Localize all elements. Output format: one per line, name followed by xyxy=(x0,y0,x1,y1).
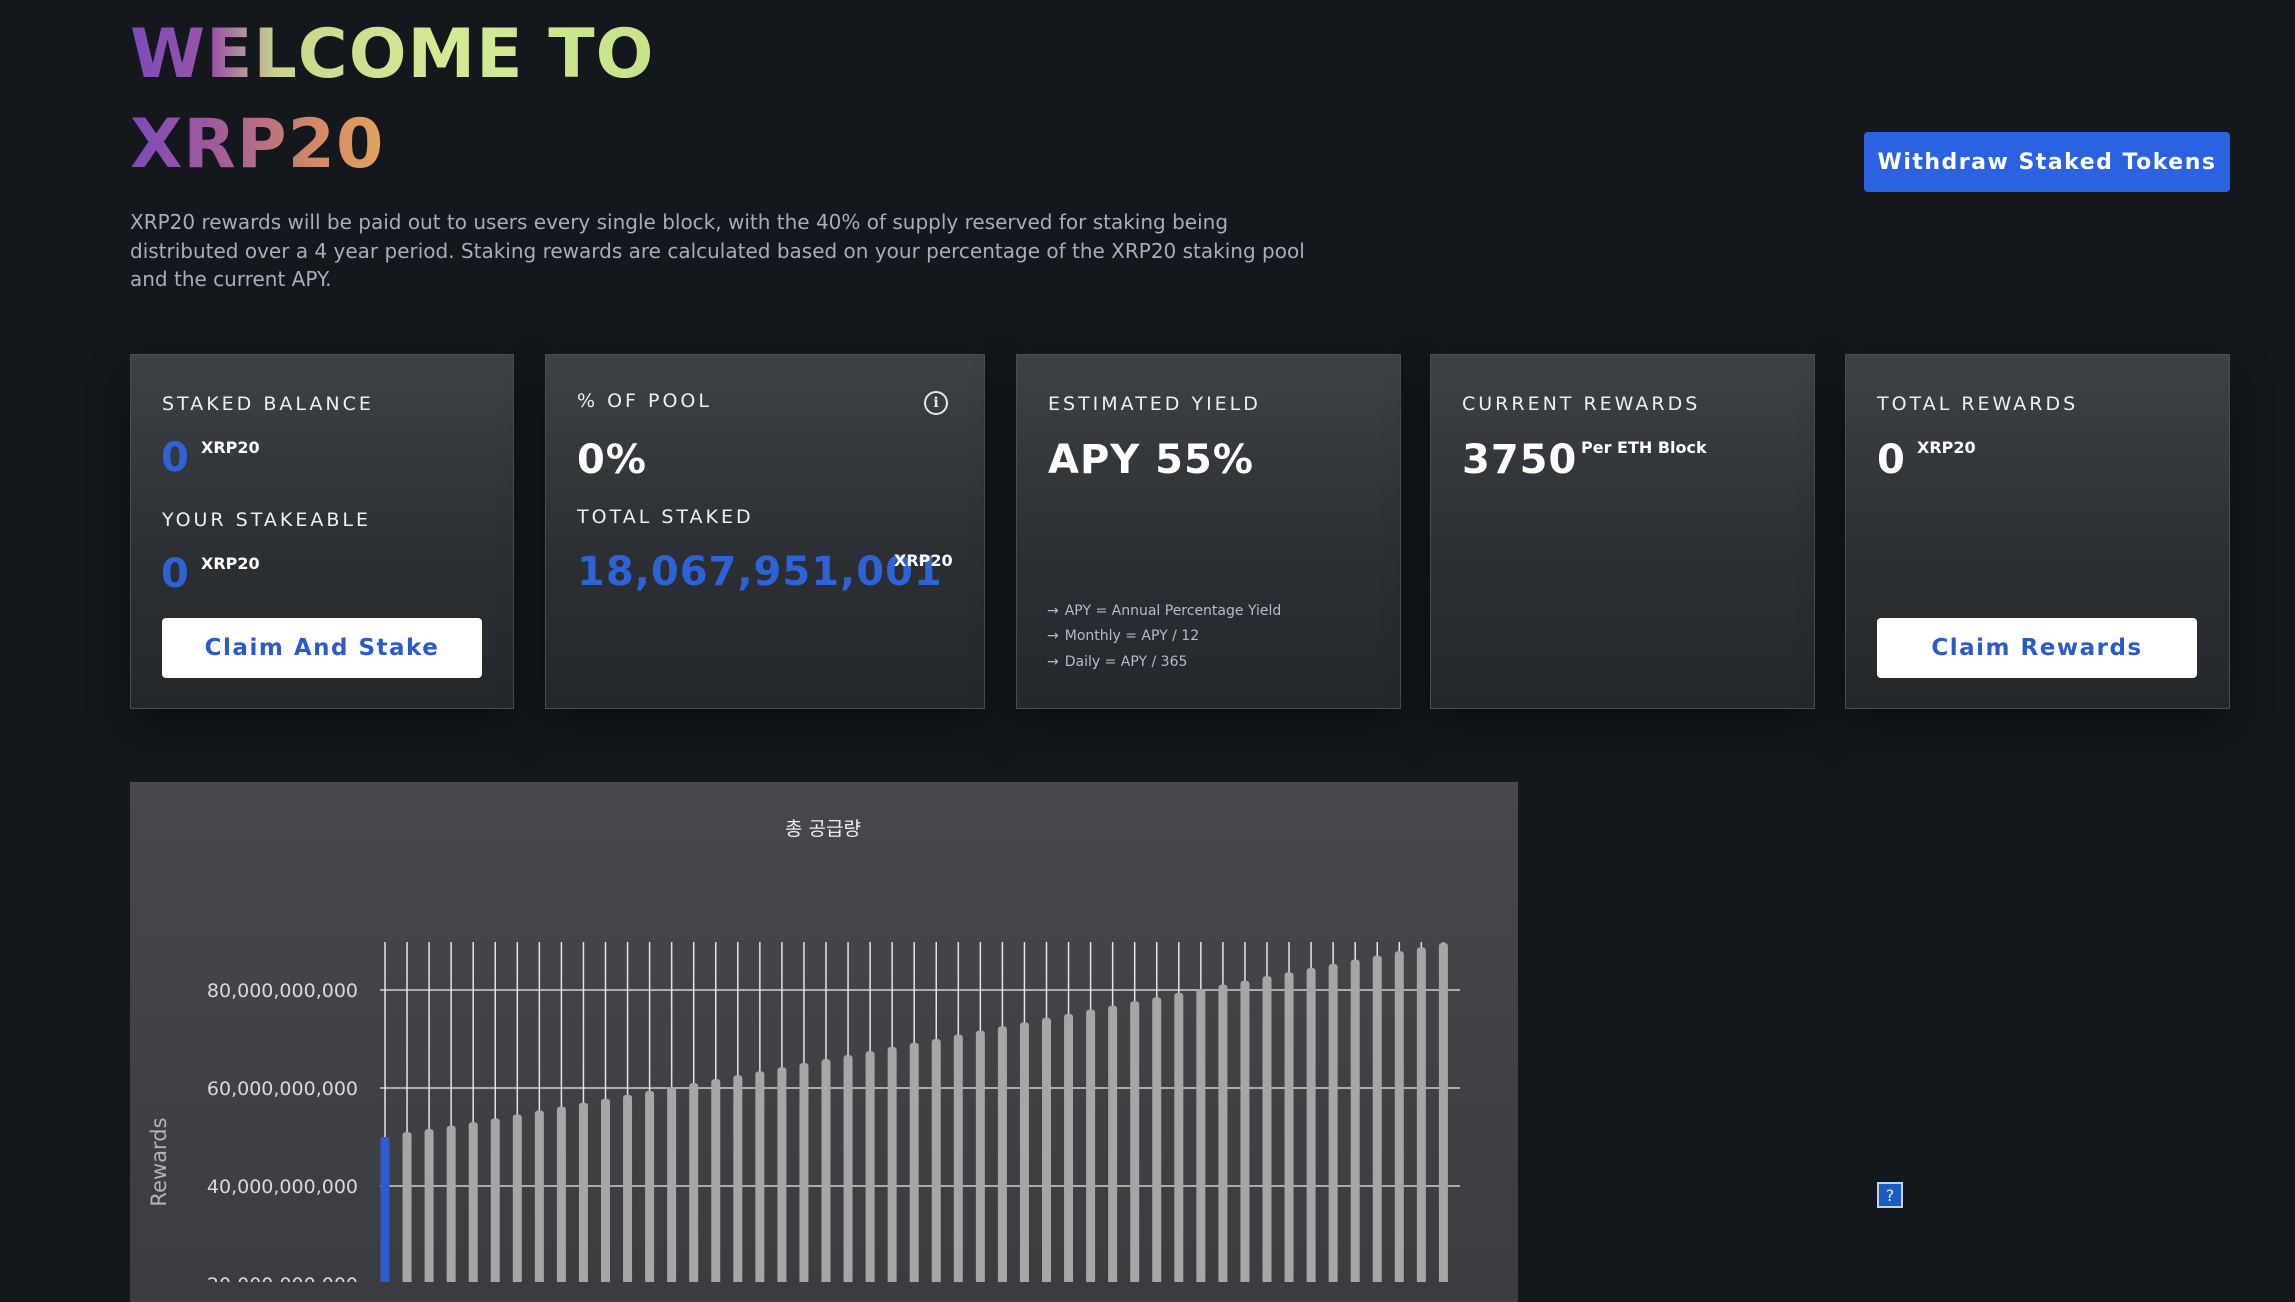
chart-bar[interactable] xyxy=(711,1079,721,1282)
chart-bar[interactable] xyxy=(1306,967,1316,1282)
chart-bar[interactable] xyxy=(1438,942,1448,1282)
chart-y-tick-label: 80,000,000,000 xyxy=(207,980,358,1002)
chart-bar[interactable] xyxy=(1152,997,1162,1282)
chart-bar[interactable] xyxy=(1042,1017,1051,1282)
chart-bar[interactable] xyxy=(1064,1014,1074,1282)
chart-bar[interactable] xyxy=(1350,959,1360,1282)
chart-bar[interactable] xyxy=(490,1118,500,1282)
current-rewards-value: 3750 xyxy=(1462,437,1578,483)
chart-bar[interactable] xyxy=(975,1030,985,1282)
chart-title: 총 공급량 xyxy=(785,818,861,840)
supply-chart: 총 공급량 Rewards 80,000,000,000 60,000,000,0… xyxy=(147,818,1460,1282)
chart-bar[interactable] xyxy=(468,1122,478,1282)
staked-balance-unit: XRP20 xyxy=(201,438,260,457)
chart-bar[interactable] xyxy=(997,1026,1007,1282)
total-rewards-unit: XRP20 xyxy=(1917,438,1976,457)
total-rewards-label: TOTAL REWARDS xyxy=(1877,393,2079,415)
chart-bar[interactable] xyxy=(953,1034,963,1282)
chart-bar[interactable] xyxy=(1240,980,1250,1282)
chart-y-axis-label: Rewards xyxy=(147,1117,171,1206)
pool-share-label: % OF POOL xyxy=(577,390,712,412)
supply-chart-panel: 총 공급량 Rewards 80,000,000,000 60,000,000,0… xyxy=(130,782,1518,1302)
chart-y-tick-label: 40,000,000,000 xyxy=(207,1176,358,1198)
chart-bar[interactable] xyxy=(1130,1001,1140,1282)
arrow-right-icon: → xyxy=(1047,603,1059,619)
chart-bar[interactable] xyxy=(512,1114,522,1282)
chart-bar[interactable] xyxy=(755,1071,765,1282)
chart-bar[interactable] xyxy=(556,1106,566,1282)
total-staked-label: TOTAL STAKED xyxy=(577,506,754,528)
claim-rewards-button[interactable]: Claim Rewards xyxy=(1877,618,2197,678)
chart-bar[interactable] xyxy=(865,1051,875,1282)
claim-and-stake-button[interactable]: Claim And Stake xyxy=(162,618,482,678)
staked-balance-label: STAKED BALANCE xyxy=(162,393,374,415)
staked-balance-value: 0 xyxy=(161,435,190,481)
withdraw-staked-tokens-button[interactable]: Withdraw Staked Tokens xyxy=(1864,132,2230,192)
pool-share-card: % OF POOL i 0% TOTAL STAKED 18,067,951,0… xyxy=(545,354,985,709)
chart-bar[interactable] xyxy=(667,1087,677,1282)
stakeable-label: YOUR STAKEABLE xyxy=(162,509,371,531)
yield-note-apy: → APY = Annual Percentage Yield xyxy=(1047,603,1282,619)
chart-bar[interactable] xyxy=(645,1090,655,1282)
chart-bar[interactable] xyxy=(601,1098,610,1282)
chart-bar[interactable] xyxy=(1262,976,1272,1282)
chart-bar[interactable] xyxy=(733,1075,743,1282)
chart-bar[interactable] xyxy=(931,1039,941,1282)
chart-bar[interactable] xyxy=(402,1132,412,1282)
chart-bar[interactable] xyxy=(909,1042,919,1282)
chart-bar[interactable] xyxy=(1108,1005,1118,1282)
chart-bar[interactable] xyxy=(1284,972,1294,1282)
chart-y-tick-label: 60,000,000,000 xyxy=(207,1078,358,1100)
chart-bar[interactable] xyxy=(1328,964,1338,1282)
yield-note-daily: → Daily = APY / 365 xyxy=(1047,654,1188,670)
chart-bar[interactable] xyxy=(689,1083,699,1282)
chart-bar[interactable] xyxy=(887,1046,897,1282)
chart-bar[interactable] xyxy=(380,1137,390,1282)
current-rewards-label: CURRENT REWARDS xyxy=(1462,393,1701,415)
chart-bar[interactable] xyxy=(534,1110,544,1282)
hero-title-line1: WELCOME TO xyxy=(130,10,654,100)
chart-bar[interactable] xyxy=(623,1094,633,1282)
chart-bar[interactable] xyxy=(1019,1022,1029,1282)
chart-bar[interactable] xyxy=(843,1055,853,1282)
help-icon[interactable]: ? xyxy=(1877,1182,1903,1208)
hero-title-line2: XRP20 xyxy=(130,100,384,190)
yield-note-monthly: → Monthly = APY / 12 xyxy=(1047,628,1200,644)
chart-bar[interactable] xyxy=(821,1059,831,1282)
arrow-right-icon: → xyxy=(1047,654,1059,670)
stakeable-unit: XRP20 xyxy=(201,554,260,573)
chart-bar[interactable] xyxy=(1416,947,1426,1282)
total-staked-unit: XRP20 xyxy=(894,551,953,570)
chart-bar[interactable] xyxy=(777,1067,787,1282)
estimated-yield-value: APY 55% xyxy=(1048,437,1254,483)
chart-bar[interactable] xyxy=(1086,1009,1096,1282)
total-rewards-value: 0 xyxy=(1877,437,1906,483)
chart-bar[interactable] xyxy=(1394,951,1404,1282)
info-icon[interactable]: i xyxy=(924,391,948,415)
chart-bar[interactable] xyxy=(799,1063,809,1282)
staked-balance-card: STAKED BALANCE 0 XRP20 YOUR STAKEABLE 0 … xyxy=(130,354,514,709)
total-staked-value: 18,067,951,001 xyxy=(577,549,943,595)
chart-bar[interactable] xyxy=(446,1125,456,1282)
chart-bar[interactable] xyxy=(1196,989,1206,1282)
chart-bar[interactable] xyxy=(1372,955,1382,1282)
hero-description: XRP20 rewards will be paid out to users … xyxy=(130,210,1305,291)
chart-bar[interactable] xyxy=(1174,992,1184,1282)
pool-share-value: 0% xyxy=(577,437,647,483)
chart-y-tick-label: 20,000,000,000 xyxy=(207,1274,358,1282)
estimated-yield-card: ESTIMATED YIELD APY 55% → APY = Annual Pe… xyxy=(1016,354,1401,709)
hero-title: WELCOME TO XRP20 xyxy=(130,10,654,190)
total-rewards-card: TOTAL REWARDS 0 XRP20 Claim Rewards xyxy=(1845,354,2230,709)
arrow-right-icon: → xyxy=(1047,628,1059,644)
current-rewards-card: CURRENT REWARDS 3750 Per ETH Block xyxy=(1430,354,1815,709)
chart-bar[interactable] xyxy=(1218,984,1228,1282)
current-rewards-unit: Per ETH Block xyxy=(1581,438,1707,457)
stakeable-value: 0 xyxy=(161,551,190,597)
chart-bar[interactable] xyxy=(578,1102,588,1282)
chart-bar[interactable] xyxy=(424,1129,434,1282)
estimated-yield-label: ESTIMATED YIELD xyxy=(1048,393,1261,415)
